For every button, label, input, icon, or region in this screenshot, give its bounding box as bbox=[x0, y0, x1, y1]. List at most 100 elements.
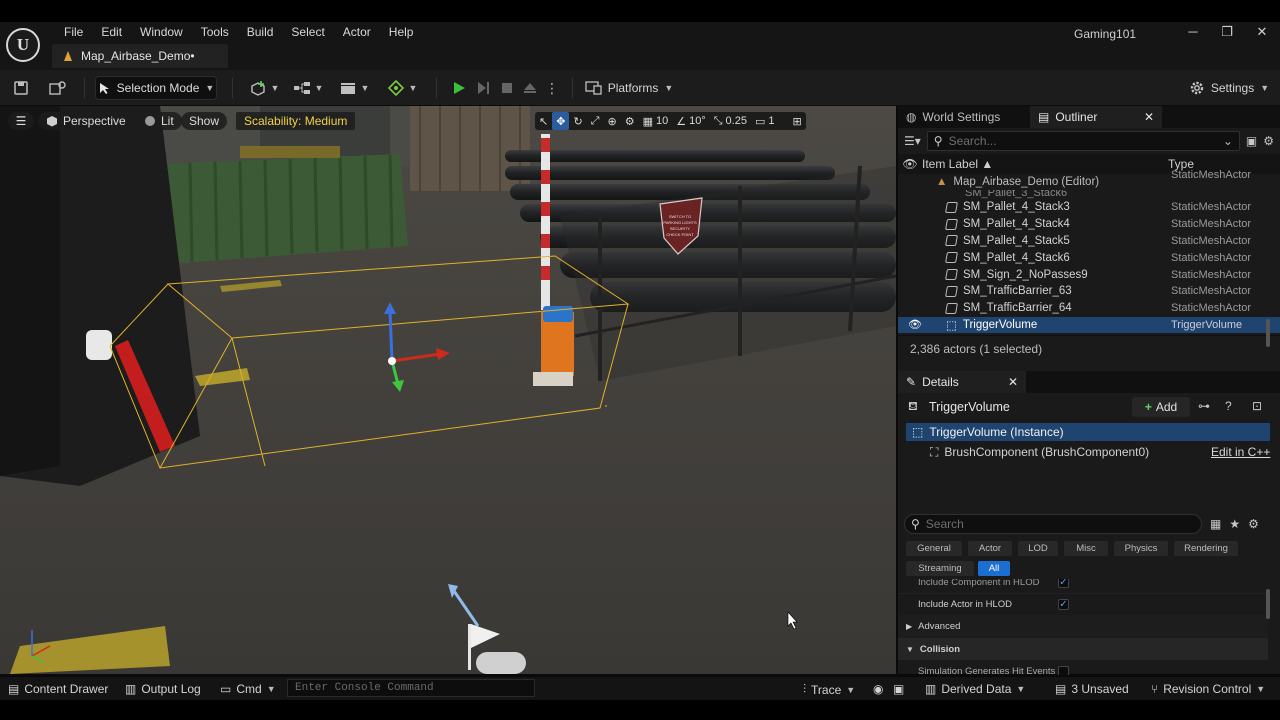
world-space-icon[interactable]: ⊕ bbox=[603, 112, 620, 130]
actor-name[interactable]: TriggerVolume bbox=[929, 400, 1010, 414]
include-actor-hlod-checkbox[interactable]: ✓ bbox=[1058, 599, 1069, 610]
outliner-scrollbar[interactable] bbox=[1266, 319, 1270, 347]
rotate-tool-icon[interactable]: ↻ bbox=[569, 112, 586, 130]
source-control-icon[interactable] bbox=[46, 76, 70, 100]
menu-tools[interactable]: Tools bbox=[192, 24, 238, 40]
add-component-button[interactable]: + Add bbox=[1132, 397, 1190, 417]
eject-icon[interactable] bbox=[519, 76, 541, 100]
grid-snap-toggle[interactable]: ▦ 10 bbox=[639, 112, 673, 130]
surface-snap-icon[interactable]: ⚙ bbox=[621, 112, 639, 130]
blueprint-dropdown[interactable]: ▼ bbox=[290, 76, 326, 100]
outliner-search-input[interactable]: ⚲ Search... ⌄ bbox=[926, 131, 1240, 151]
level-viewport[interactable]: SWITCH TO PARKING LIGHTS SECURITY CHECK … bbox=[0, 106, 896, 674]
play-icon[interactable] bbox=[448, 76, 470, 100]
gear-icon[interactable]: ⚙ bbox=[1263, 134, 1274, 148]
stop-icon[interactable] bbox=[496, 76, 518, 100]
derived-data-button[interactable]: ▥ Derived Data ▼ bbox=[925, 682, 1025, 696]
screenshot-icon[interactable]: ▣ bbox=[893, 682, 904, 696]
lock-icon[interactable]: ⊡ bbox=[1252, 399, 1262, 413]
gear-icon[interactable]: ⚙ bbox=[1248, 517, 1259, 531]
table-row-selected[interactable]: 👁 ⬚ TriggerVolume TriggerVolume bbox=[898, 316, 1280, 334]
menu-edit[interactable]: Edit bbox=[92, 24, 131, 40]
trace-dropdown[interactable]: ⫶ Trace ▼ bbox=[803, 682, 855, 697]
include-component-hlod-checkbox[interactable]: ✓ bbox=[1058, 579, 1069, 588]
details-search-input[interactable]: ⚲ Search bbox=[904, 514, 1202, 534]
menu-file[interactable]: File bbox=[55, 24, 92, 40]
table-row[interactable]: SM_Pallet_4_Stack3 StaticMeshActor bbox=[898, 199, 1280, 216]
cmd-dropdown[interactable]: ▭ Cmd ▼ bbox=[220, 682, 276, 696]
sim-hit-events-checkbox[interactable] bbox=[1058, 665, 1069, 675]
revision-control-dropdown[interactable]: ⑂ Revision Control ▼ bbox=[1151, 682, 1265, 696]
table-row[interactable]: SM_Pallet_4_Stack6 StaticMeshActor bbox=[898, 249, 1280, 266]
select-tool-icon[interactable]: ↖ bbox=[535, 112, 552, 130]
maximize-viewport-icon[interactable]: ⊞ bbox=[789, 112, 806, 130]
unsaved-button[interactable]: ▤ 3 Unsaved bbox=[1055, 682, 1129, 696]
move-tool-icon[interactable]: ✥ bbox=[552, 112, 570, 130]
add-actor-dropdown[interactable]: ▼ bbox=[244, 76, 284, 100]
close-tab-icon[interactable]: ✕ bbox=[1144, 110, 1154, 124]
settings-dropdown[interactable]: Settings ▼ bbox=[1186, 76, 1272, 100]
filter-icon[interactable]: ☰▾ bbox=[904, 134, 921, 148]
tab-outliner[interactable]: ▤ Outliner ✕ bbox=[1030, 106, 1162, 128]
cinematics-dropdown[interactable]: ▼ bbox=[336, 76, 372, 100]
details-scrollbar[interactable] bbox=[1266, 589, 1270, 619]
component-row[interactable]: ⛶ BrushComponent (BrushComponent0) Edit … bbox=[898, 441, 1280, 463]
table-row[interactable]: SM_TrafficBarrier_64 StaticMeshActor bbox=[898, 300, 1280, 317]
save-icon[interactable] bbox=[10, 76, 32, 100]
edit-in-cpp-link[interactable]: Edit in C++ bbox=[1211, 445, 1270, 459]
rotation-snap-toggle[interactable]: ∠ 10° bbox=[672, 112, 710, 130]
category-rendering[interactable]: Rendering bbox=[1174, 541, 1238, 556]
category-streaming[interactable]: Streaming bbox=[906, 561, 974, 576]
menu-select[interactable]: Select bbox=[282, 24, 333, 40]
table-row[interactable]: SM_TrafficBarrier_63 StaticMeshActor bbox=[898, 283, 1280, 300]
unreal-logo-icon[interactable]: U bbox=[6, 28, 40, 62]
instance-row[interactable]: ⬚ TriggerVolume (Instance) bbox=[906, 423, 1270, 441]
category-general[interactable]: General bbox=[906, 541, 962, 556]
step-forward-icon[interactable] bbox=[472, 76, 494, 100]
menu-actor[interactable]: Actor bbox=[334, 24, 380, 40]
help-icon[interactable]: ? bbox=[1225, 399, 1232, 413]
blueprint-icon[interactable]: ⊶ bbox=[1198, 399, 1210, 413]
category-all[interactable]: All bbox=[978, 561, 1010, 576]
item-label-column[interactable]: Item Label ▲ bbox=[922, 157, 1168, 171]
eye-icon[interactable]: 👁 bbox=[908, 318, 946, 331]
category-actor[interactable]: Actor bbox=[968, 541, 1012, 556]
table-row[interactable]: SM_Pallet_3_Stack6 StaticMeshActor bbox=[898, 169, 1280, 199]
menu-window[interactable]: Window bbox=[131, 24, 192, 40]
tab-world-settings[interactable]: ◍ World Settings bbox=[898, 106, 1030, 128]
record-icon[interactable]: ◉ bbox=[873, 682, 883, 696]
menu-build[interactable]: Build bbox=[238, 24, 283, 40]
category-lod[interactable]: LOD bbox=[1018, 541, 1058, 556]
collision-category[interactable]: ▼ Collision bbox=[898, 638, 1268, 660]
output-log-button[interactable]: ▥ Output Log bbox=[125, 682, 201, 696]
star-icon[interactable]: ★ bbox=[1229, 517, 1240, 531]
table-row[interactable]: SM_Pallet_4_Stack4 StaticMeshActor bbox=[898, 216, 1280, 233]
lit-button[interactable]: Lit bbox=[136, 112, 182, 130]
play-options-icon[interactable]: ⋮ bbox=[545, 76, 559, 100]
close-tab-icon[interactable]: ✕ bbox=[1008, 375, 1018, 389]
add-folder-icon[interactable]: ▣ bbox=[1246, 134, 1257, 148]
platforms-dropdown[interactable]: Platforms ▼ bbox=[584, 76, 674, 100]
minimize-icon[interactable]: ─ bbox=[1176, 22, 1210, 42]
menu-help[interactable]: Help bbox=[380, 24, 423, 40]
category-misc[interactable]: Misc bbox=[1064, 541, 1108, 556]
modes-dropdown[interactable]: ▼ bbox=[384, 76, 420, 100]
scale-tool-icon[interactable]: ⤢ bbox=[587, 112, 604, 130]
close-window-icon[interactable]: ✕ bbox=[1245, 22, 1279, 42]
content-drawer-button[interactable]: ▤ Content Drawer bbox=[8, 682, 108, 696]
console-command-input[interactable]: Enter Console Command bbox=[287, 679, 535, 697]
viewport-menu-icon[interactable]: ☰ bbox=[8, 112, 34, 130]
show-button[interactable]: Show bbox=[181, 112, 228, 130]
camera-speed-button[interactable]: ▭ 1 bbox=[751, 112, 779, 130]
tab-details[interactable]: ✎ Details ✕ bbox=[898, 371, 1026, 393]
advanced-expander[interactable]: ▶ Advanced bbox=[898, 615, 1268, 637]
level-document-tab[interactable]: Map_Airbase_Demo• bbox=[52, 44, 228, 68]
table-row[interactable]: SM_Sign_2_NoPasses9 StaticMeshActor bbox=[898, 266, 1280, 283]
selection-mode-dropdown[interactable]: Selection Mode ▼ bbox=[95, 76, 217, 100]
restore-icon[interactable]: ❐ bbox=[1210, 22, 1244, 42]
perspective-button[interactable]: Perspective bbox=[38, 112, 134, 130]
table-row[interactable]: SM_Pallet_4_Stack5 StaticMeshActor bbox=[898, 233, 1280, 250]
category-physics[interactable]: Physics bbox=[1114, 541, 1168, 556]
scale-snap-toggle[interactable]: ⤡ 0.25 bbox=[710, 112, 751, 130]
table-view-icon[interactable]: ▦ bbox=[1210, 517, 1221, 531]
